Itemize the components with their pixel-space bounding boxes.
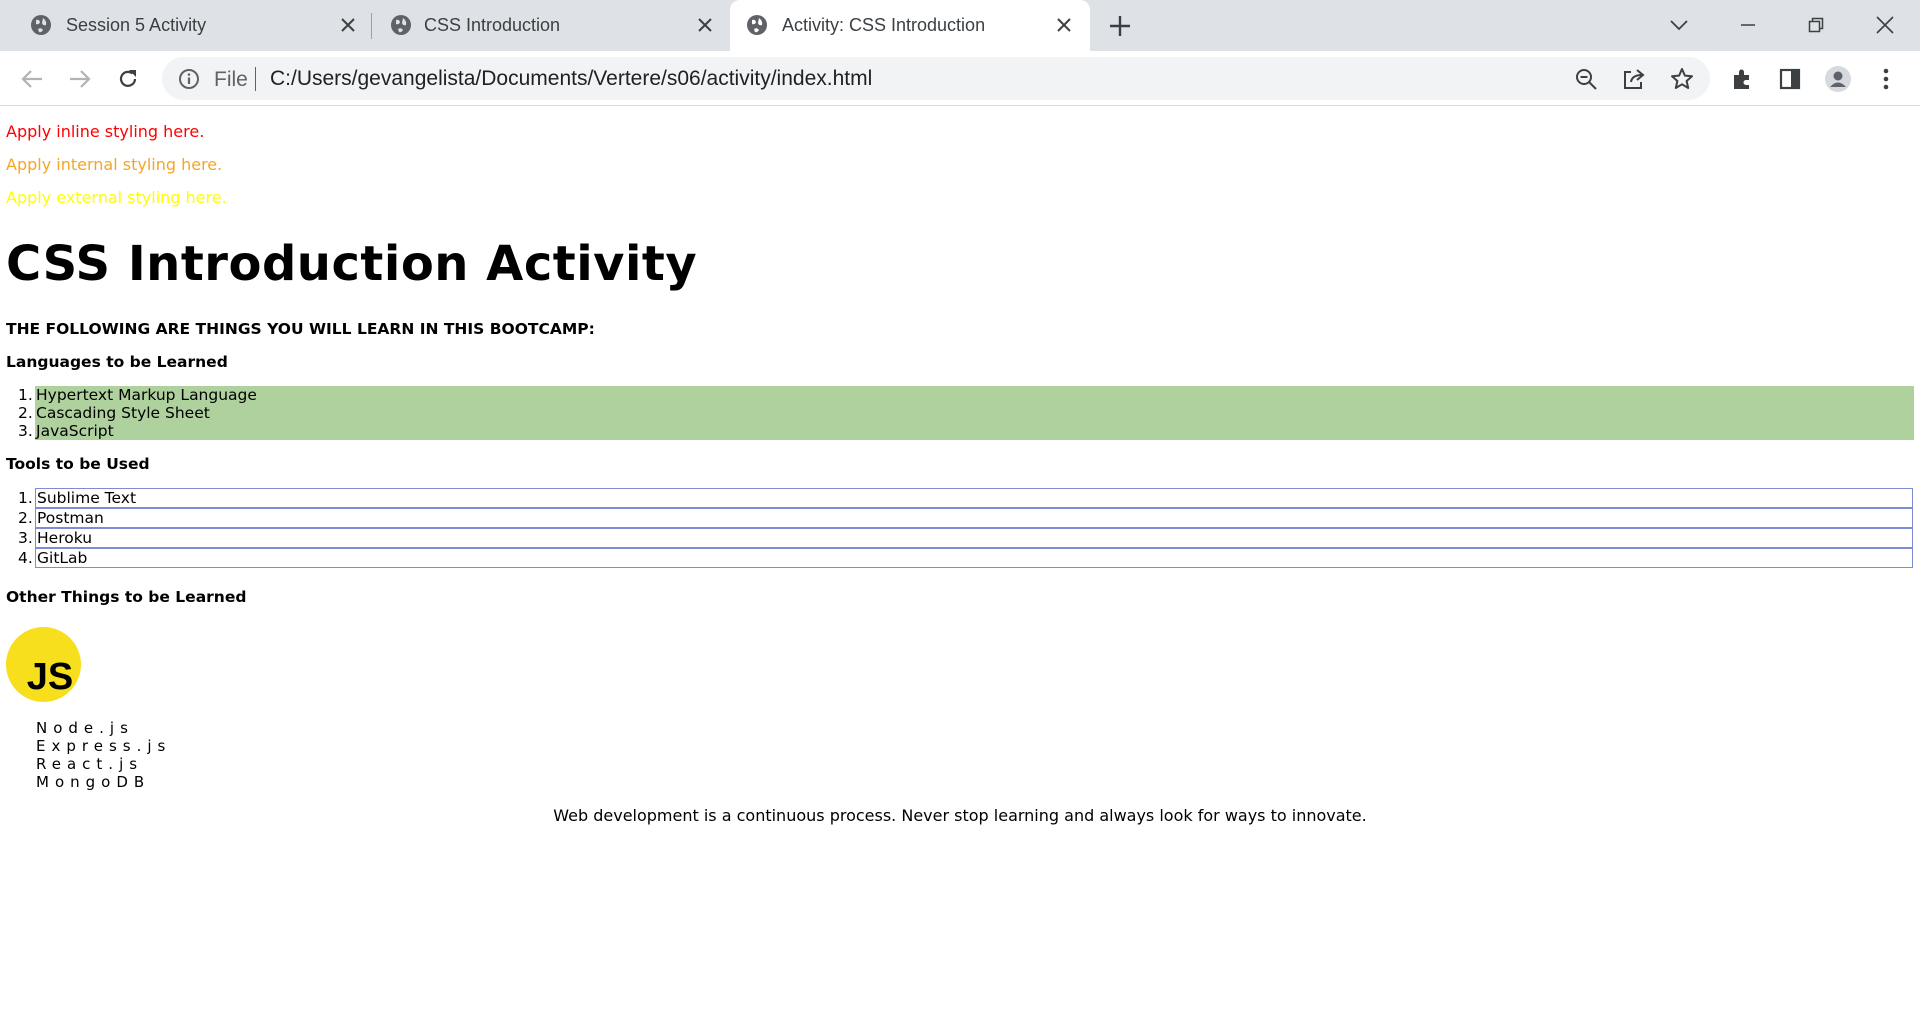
browser-toolbar: File C:/Users/gevangelista/Documents/Ver…	[0, 51, 1920, 106]
plus-icon[interactable]	[1108, 14, 1132, 38]
list-number: 4.	[18, 549, 33, 567]
tab-strip: Session 5 Activity CSS Introduction Acti…	[0, 0, 1920, 51]
menu-icon[interactable]	[1872, 65, 1900, 93]
list-item: GitLab	[35, 548, 1913, 568]
info-icon[interactable]	[178, 68, 200, 90]
list-number: 3.	[18, 529, 33, 547]
close-icon[interactable]	[337, 14, 359, 36]
list-number: 1.	[18, 386, 33, 404]
list-item: React.js	[36, 755, 144, 773]
languages-list: 1. Hypertext Markup Language 2. Cascadin…	[0, 386, 1914, 440]
tab-title: Activity: CSS Introduction	[782, 15, 986, 35]
url-text[interactable]: C:/Users/gevangelista/Documents/Vertere/…	[270, 67, 872, 91]
address-divider	[255, 67, 256, 91]
share-icon[interactable]	[1622, 67, 1646, 91]
other-heading: Other Things to be Learned	[6, 588, 247, 606]
intro-heading: THE FOLLOWING ARE THINGS YOU WILL LEARN …	[6, 320, 595, 338]
reload-icon[interactable]	[114, 65, 142, 93]
list-item-text: Sublime Text	[37, 489, 137, 507]
close-icon[interactable]	[694, 14, 716, 36]
profile-icon[interactable]	[1824, 65, 1852, 93]
scheme-label: File	[214, 68, 248, 91]
back-icon[interactable]	[18, 65, 46, 93]
list-number: 1.	[18, 489, 33, 507]
page-content: Apply inline styling here. Apply interna…	[0, 106, 1920, 1021]
list-item: JavaScript	[36, 422, 114, 440]
forward-icon[interactable]	[66, 65, 94, 93]
list-number: 3.	[18, 422, 33, 440]
restore-icon[interactable]	[1803, 12, 1829, 38]
tab-activity-css-introduction[interactable]: Activity: CSS Introduction	[730, 0, 1090, 51]
external-styling-note: Apply external styling here.	[6, 188, 227, 207]
star-icon[interactable]	[1670, 67, 1694, 91]
tools-heading: Tools to be Used	[6, 455, 150, 473]
internal-styling-note: Apply internal styling here.	[6, 155, 223, 174]
languages-heading: Languages to be Learned	[6, 353, 228, 371]
side-panel-icon[interactable]	[1776, 65, 1804, 93]
list-item: Postman	[35, 508, 1913, 528]
list-item: Cascading Style Sheet	[36, 404, 210, 422]
list-item: MongoDB	[36, 773, 151, 791]
list-number: 2.	[18, 404, 33, 422]
globe-icon	[747, 15, 767, 35]
extensions-icon[interactable]	[1728, 65, 1756, 93]
tools-list: 1. Sublime Text 2. Postman 3. Heroku 4. …	[0, 488, 1914, 570]
list-item-text: Heroku	[37, 529, 93, 547]
page-title: CSS Introduction Activity	[6, 236, 698, 292]
tab-title: Session 5 Activity	[66, 15, 207, 35]
close-icon[interactable]	[1053, 14, 1075, 36]
tab-session-5-activity[interactable]: Session 5 Activity	[0, 0, 370, 51]
list-item: Express.js	[36, 737, 172, 755]
list-item: Node.js	[36, 719, 134, 737]
footer-text: Web development is a continuous process.…	[553, 806, 1367, 825]
javascript-logo: JS	[6, 627, 81, 702]
list-item-text: Postman	[37, 509, 104, 527]
list-item-text: GitLab	[37, 549, 88, 567]
list-item: Hypertext Markup Language	[36, 386, 257, 404]
chevron-down-icon[interactable]	[1666, 12, 1692, 38]
list-item: Sublime Text	[35, 488, 1913, 508]
address-bar[interactable]: File C:/Users/gevangelista/Documents/Ver…	[162, 57, 1710, 100]
logo-text: JS	[27, 656, 73, 698]
globe-icon	[31, 15, 51, 35]
globe-icon	[391, 15, 411, 35]
zoom-out-icon[interactable]	[1574, 67, 1598, 91]
tab-title: CSS Introduction	[424, 15, 561, 35]
list-number: 2.	[18, 509, 33, 527]
inline-styling-note: Apply inline styling here.	[6, 122, 205, 141]
tab-css-introduction[interactable]: CSS Introduction	[372, 0, 730, 51]
minimize-icon[interactable]	[1735, 12, 1761, 38]
list-item: Heroku	[35, 528, 1913, 548]
window-close-icon[interactable]	[1872, 12, 1898, 38]
